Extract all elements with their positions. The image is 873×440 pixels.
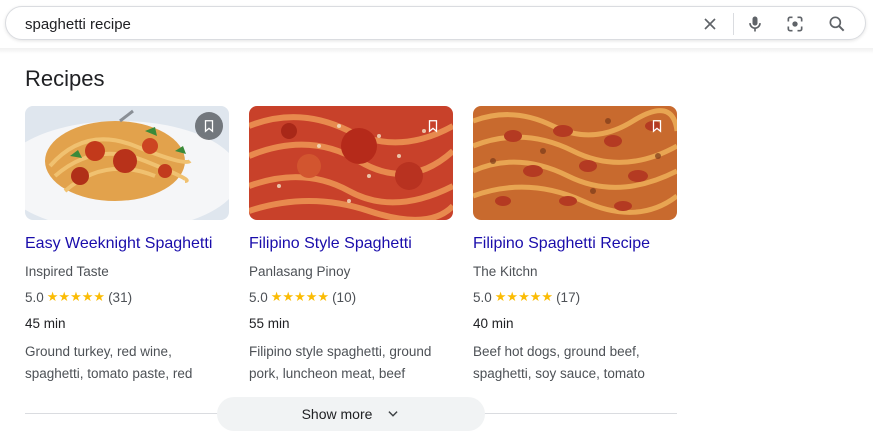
- bookmark-icon: [428, 120, 438, 133]
- ingredients-line: Filipino style spaghetti, ground: [249, 344, 432, 359]
- recipe-image[interactable]: [473, 106, 677, 220]
- rating-value: 5.0: [249, 289, 268, 305]
- section-title: Recipes: [25, 66, 105, 91]
- recipe-rating: 5.0 ★★★★★ (17): [473, 289, 580, 305]
- recipe-ingredients: Ground turkey, red wine, spaghetti, toma…: [25, 341, 235, 385]
- recipe-card[interactable]: Filipino Style Spaghetti Panlasang Pinoy…: [249, 106, 453, 381]
- header-shadow: [0, 48, 873, 54]
- star-rating-icon: ★★★★★: [494, 289, 554, 304]
- rating-value: 5.0: [25, 289, 44, 305]
- review-count: (31): [108, 289, 133, 305]
- show-more-button[interactable]: Show more: [217, 397, 485, 431]
- recipe-image[interactable]: [25, 106, 229, 220]
- recipe-time: 40 min: [473, 316, 514, 331]
- recipe-time: 45 min: [25, 316, 66, 331]
- ingredients-line: Ground turkey, red wine,: [25, 344, 172, 359]
- search-bar-divider: [733, 13, 734, 35]
- rating-value: 5.0: [473, 289, 492, 305]
- close-icon[interactable]: [700, 14, 720, 34]
- show-more-label: Show more: [301, 406, 373, 422]
- recipe-rating: 5.0 ★★★★★ (10): [249, 289, 356, 305]
- star-rating-icon: ★★★★★: [46, 289, 106, 304]
- save-recipe-button[interactable]: [419, 112, 447, 140]
- recipe-source: The Kitchn: [473, 264, 538, 279]
- chevron-down-icon: [388, 411, 398, 417]
- bookmark-icon: [652, 120, 662, 133]
- save-recipe-button[interactable]: [643, 112, 671, 140]
- search-bar: [5, 6, 866, 40]
- ingredients-line: pork, luncheon meat, beef: [249, 366, 406, 381]
- recipe-title[interactable]: Easy Weeknight Spaghetti: [25, 235, 212, 253]
- star-rating-icon: ★★★★★: [270, 289, 330, 304]
- recipe-ingredients: Filipino style spaghetti, ground pork, l…: [249, 341, 459, 385]
- recipe-time: 55 min: [249, 316, 290, 331]
- recipe-title[interactable]: Filipino Style Spaghetti: [249, 235, 412, 253]
- recipe-card[interactable]: Easy Weeknight Spaghetti Inspired Taste …: [25, 106, 229, 381]
- recipe-card[interactable]: Filipino Spaghetti Recipe The Kitchn 5.0…: [473, 106, 677, 381]
- microphone-icon[interactable]: [745, 14, 765, 34]
- ingredients-line: spaghetti, soy sauce, tomato: [473, 366, 645, 381]
- ingredients-line: Beef hot dogs, ground beef,: [473, 344, 640, 359]
- camera-lens-icon[interactable]: [785, 14, 805, 34]
- review-count: (10): [332, 289, 357, 305]
- search-icon[interactable]: [827, 14, 847, 34]
- recipe-ingredients: Beef hot dogs, ground beef, spaghetti, s…: [473, 341, 683, 385]
- search-input[interactable]: [25, 14, 625, 34]
- recipe-source: Panlasang Pinoy: [249, 264, 351, 279]
- review-count: (17): [556, 289, 581, 305]
- save-recipe-button[interactable]: [195, 112, 223, 140]
- recipe-source: Inspired Taste: [25, 264, 109, 279]
- recipe-title[interactable]: Filipino Spaghetti Recipe: [473, 235, 650, 253]
- bookmark-icon: [204, 120, 214, 133]
- recipe-image[interactable]: [249, 106, 453, 220]
- ingredients-line: spaghetti, tomato paste, red: [25, 366, 193, 381]
- recipe-rating: 5.0 ★★★★★ (31): [25, 289, 132, 305]
